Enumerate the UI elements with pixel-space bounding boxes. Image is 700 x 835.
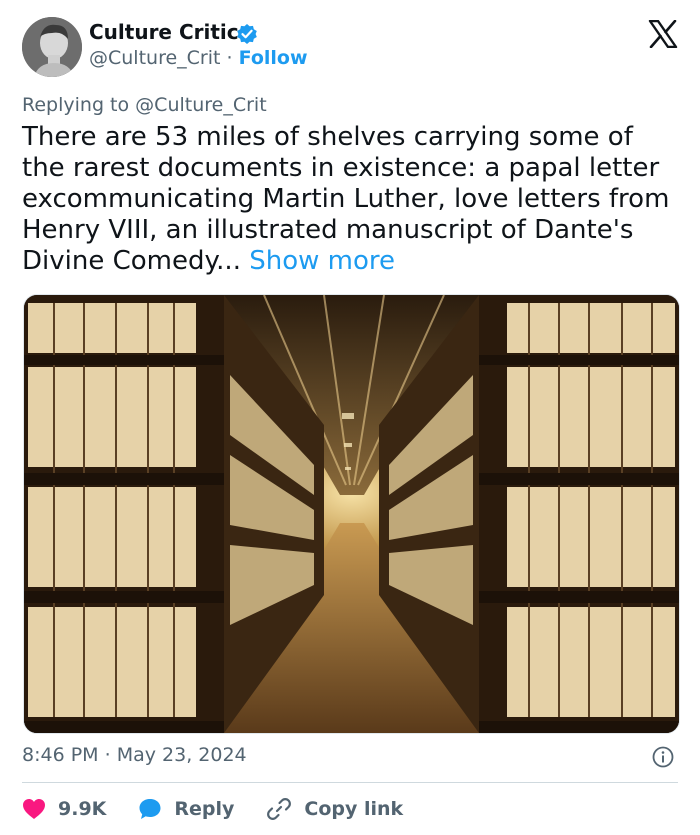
tweet-card: Culture Critic @Culture_Crit · Follow Re…: [0, 0, 700, 835]
reply-button[interactable]: Reply: [138, 797, 234, 821]
show-more-link[interactable]: Show more: [249, 246, 395, 276]
avatar[interactable]: [22, 17, 82, 77]
tweet-text: There are 53 miles of shelves carrying s…: [22, 122, 682, 277]
tweet-photo[interactable]: [23, 294, 680, 734]
reply-target-link[interactable]: @Culture_Crit: [135, 94, 266, 116]
author-handle[interactable]: @Culture_Crit: [89, 47, 220, 69]
archive-shelves-image: [24, 295, 679, 733]
heart-icon: [23, 799, 45, 819]
action-bar: 9.9K Reply Copy link: [22, 795, 435, 823]
separator: ·: [226, 47, 233, 69]
copy-link-label: Copy link: [304, 798, 404, 820]
timestamp[interactable]: 8:46 PM · May 23, 2024: [22, 744, 247, 766]
reply-label: Reply: [174, 798, 235, 820]
separator: ·: [104, 744, 111, 766]
reply-prefix: Replying to: [22, 94, 130, 116]
author-name[interactable]: Culture Critic: [89, 20, 239, 44]
divider: [22, 782, 678, 783]
reply-context: Replying to @Culture_Crit: [22, 94, 267, 116]
like-count: 9.9K: [58, 798, 107, 820]
follow-button[interactable]: Follow: [239, 47, 308, 69]
like-button[interactable]: 9.9K: [22, 798, 106, 820]
post-time: 8:46 PM: [22, 744, 99, 766]
post-date: May 23, 2024: [116, 744, 247, 766]
verified-badge-icon: [237, 24, 257, 44]
handle-row: @Culture_Crit · Follow: [89, 47, 308, 69]
speech-bubble-icon: [139, 799, 161, 819]
link-icon: [267, 798, 292, 820]
copy-link-button[interactable]: Copy link: [266, 796, 403, 822]
x-logo-icon[interactable]: [648, 20, 678, 48]
info-icon[interactable]: [652, 746, 674, 768]
